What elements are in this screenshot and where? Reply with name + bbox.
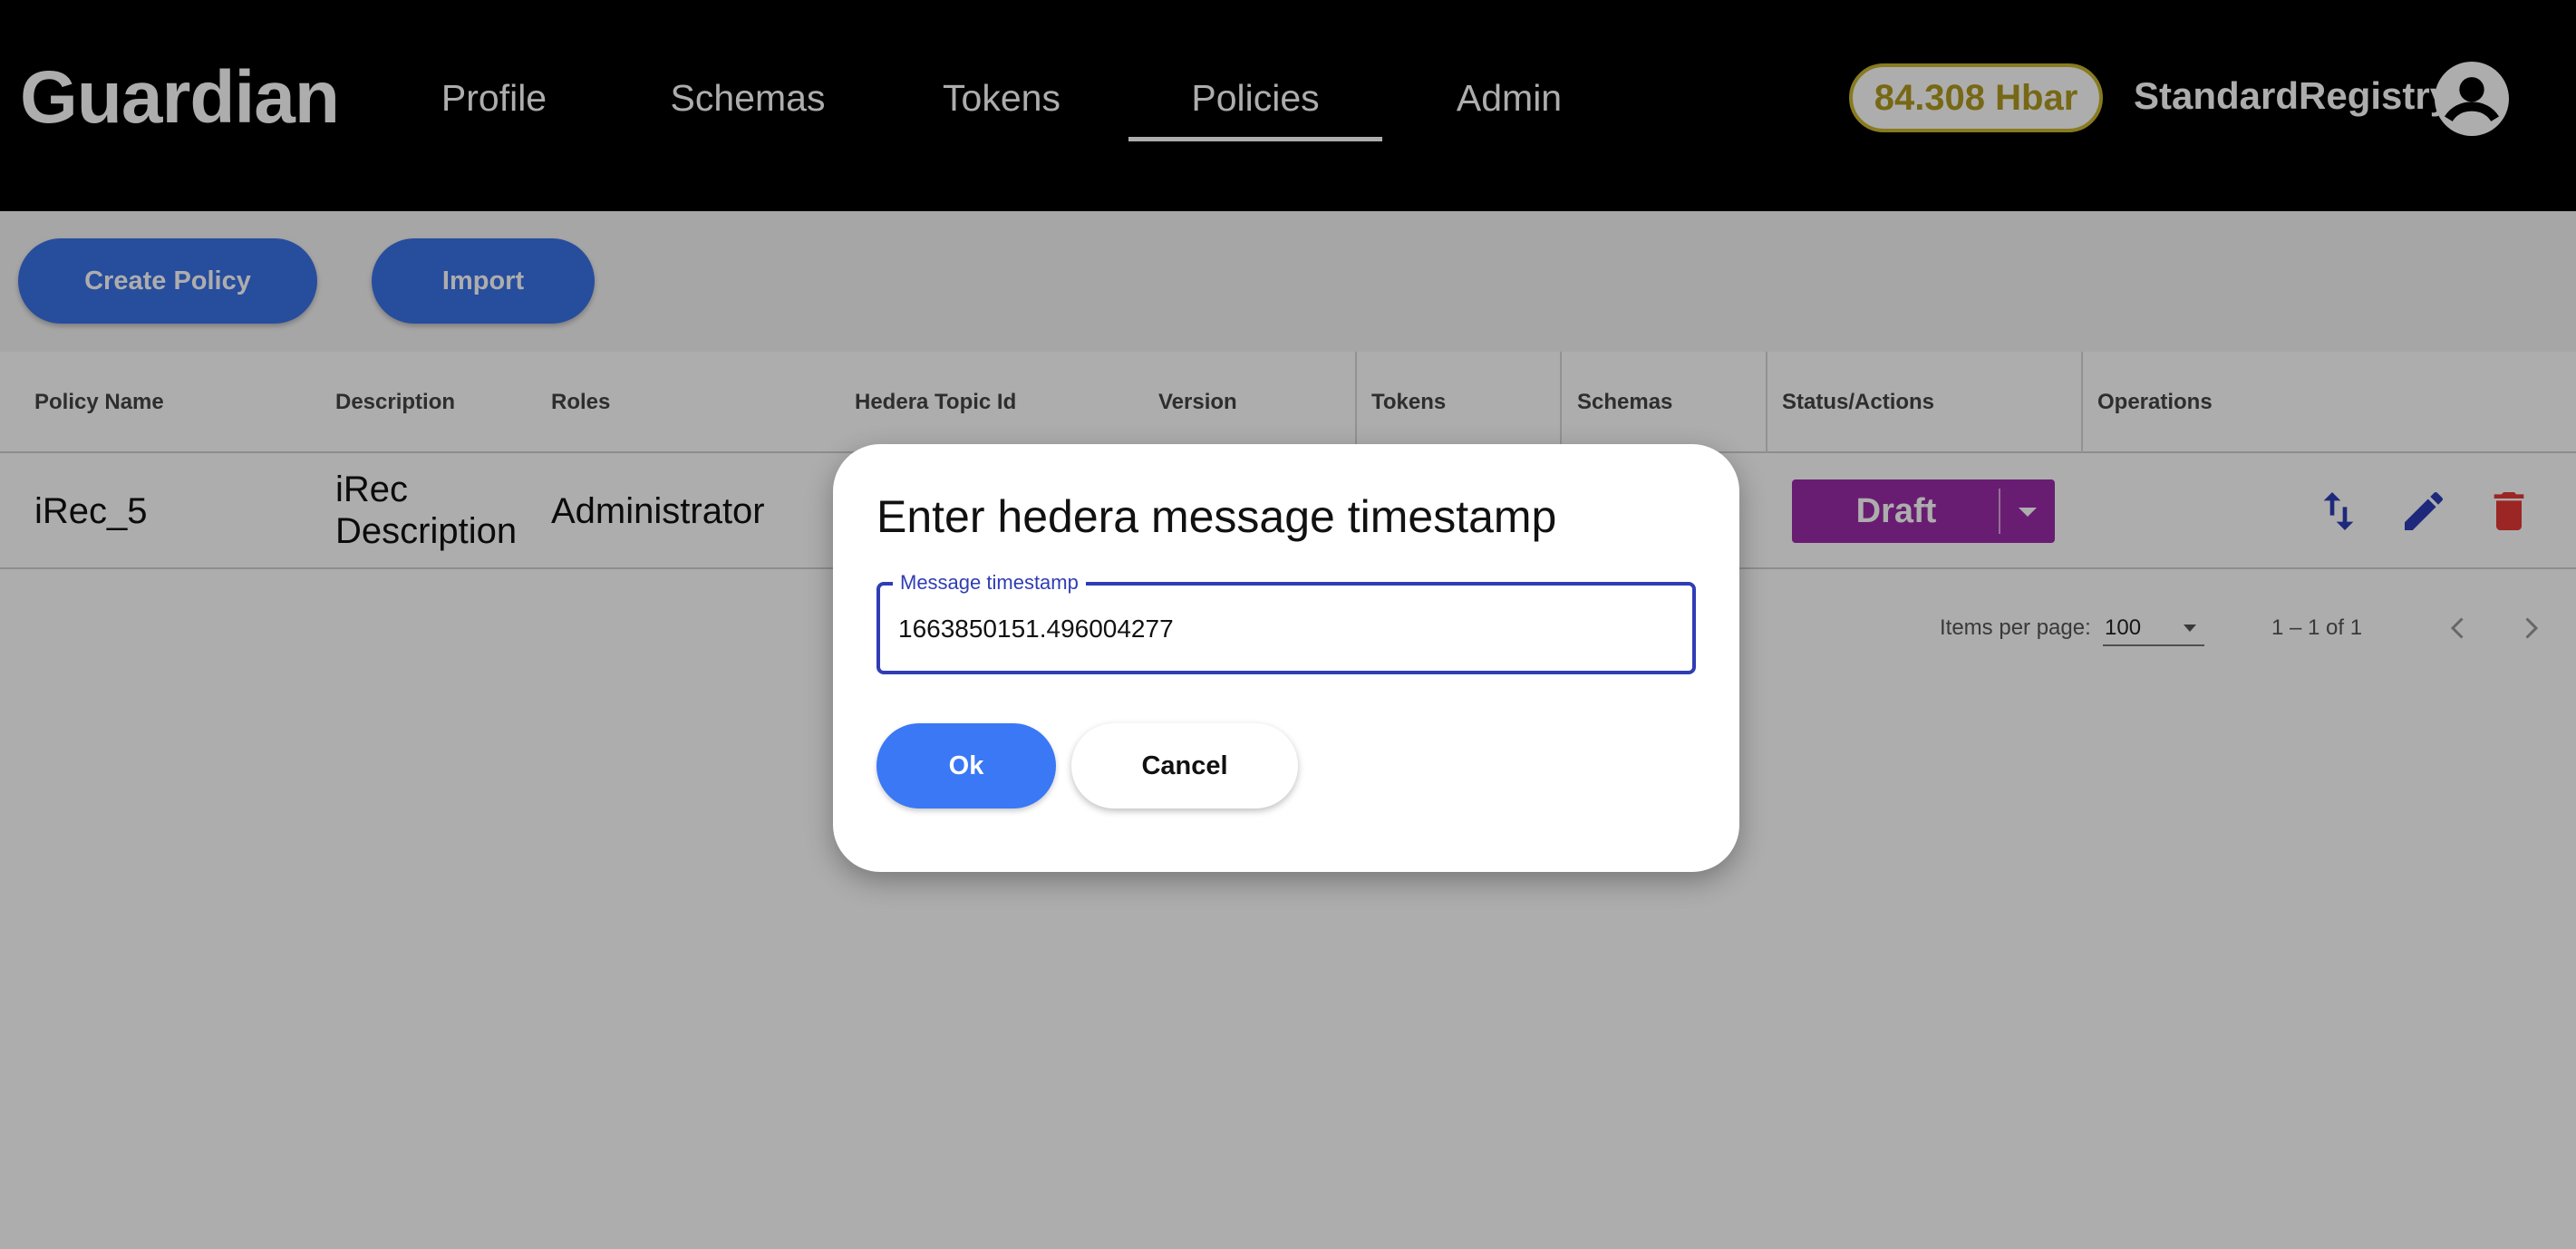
- message-timestamp-input[interactable]: [895, 604, 1681, 654]
- message-timestamp-field[interactable]: Message timestamp: [876, 571, 1696, 674]
- dialog-title: Enter hedera message timestamp: [876, 491, 1557, 542]
- ok-button[interactable]: Ok: [876, 723, 1056, 808]
- timestamp-dialog: Enter hedera message timestamp Message t…: [833, 444, 1739, 872]
- message-timestamp-label: Message timestamp: [893, 571, 1086, 595]
- cancel-button[interactable]: Cancel: [1071, 723, 1298, 808]
